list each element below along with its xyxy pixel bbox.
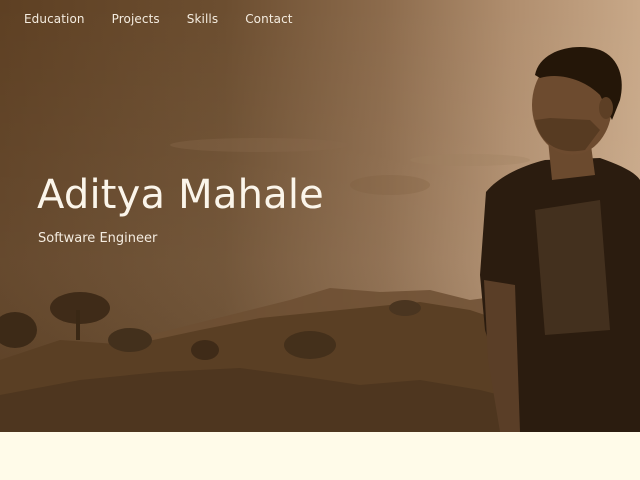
nav-link-education[interactable]: Education	[24, 12, 85, 26]
nav-link-skills[interactable]: Skills	[187, 12, 218, 26]
hero-section: Education Projects Skills Contact Aditya…	[0, 0, 640, 432]
nav-link-projects[interactable]: Projects	[112, 12, 160, 26]
page-content-start	[0, 432, 640, 480]
top-navigation: Education Projects Skills Contact	[24, 12, 320, 26]
hero-name-heading: Aditya Mahale	[37, 172, 324, 218]
hero-job-title: Software Engineer	[38, 231, 158, 246]
nav-link-contact[interactable]: Contact	[245, 12, 292, 26]
